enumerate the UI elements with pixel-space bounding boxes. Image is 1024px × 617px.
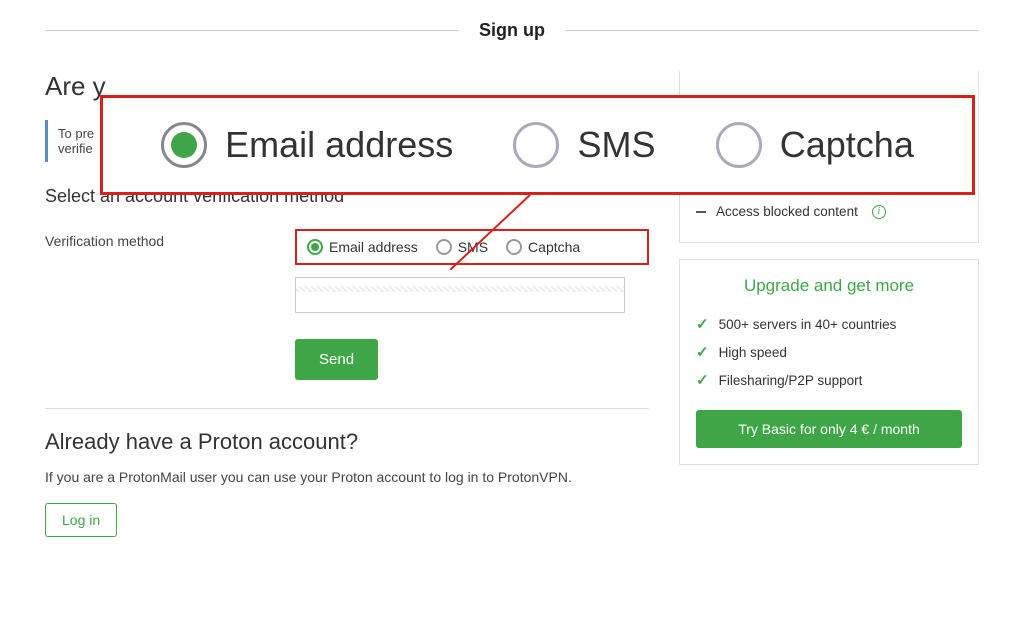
feature-text: High speed [719, 345, 787, 360]
callout-label: Captcha [780, 124, 914, 166]
check-icon: ✓ [696, 315, 709, 333]
feature-text: Filesharing/P2P support [719, 373, 863, 388]
callout-radio-captcha: Captcha [716, 122, 914, 168]
send-button[interactable]: Send [295, 339, 378, 380]
feature-item: ✓ 500+ servers in 40+ countries [696, 310, 962, 338]
step-line-left [45, 30, 459, 31]
radio-email[interactable]: Email address [307, 239, 418, 255]
radio-label: Captcha [528, 239, 580, 255]
verification-method-label: Verification method [45, 229, 295, 249]
step-line-right [565, 30, 979, 31]
already-have-heading: Already have a Proton account? [45, 429, 649, 455]
radio-sms[interactable]: SMS [436, 239, 488, 255]
radio-label: SMS [458, 239, 488, 255]
radio-captcha[interactable]: Captcha [506, 239, 580, 255]
step-header: Sign up [0, 0, 1024, 41]
radio-icon [716, 122, 762, 168]
verification-input[interactable] [295, 277, 625, 313]
radio-icon [161, 122, 207, 168]
callout-radio-email: Email address [161, 122, 453, 168]
dash-icon [696, 211, 706, 213]
radio-icon [436, 239, 452, 255]
already-have-description: If you are a ProtonMail user you can use… [45, 469, 649, 485]
upgrade-features: ✓ 500+ servers in 40+ countries ✓ High spe… [696, 310, 962, 394]
step-title: Sign up [459, 20, 565, 41]
feature-item: ✓ Filesharing/P2P support [696, 366, 962, 394]
info-icon[interactable]: i [872, 205, 886, 219]
radio-icon [307, 239, 323, 255]
feature-item: Access blocked content i [696, 199, 962, 224]
callout-label: Email address [225, 124, 453, 166]
feature-item: ✓ High speed [696, 338, 962, 366]
radio-label: Email address [329, 239, 418, 255]
callout-label: SMS [577, 124, 655, 166]
login-button[interactable]: Log in [45, 503, 117, 537]
zoom-callout: Email address SMS Captcha [100, 95, 975, 195]
callout-radio-sms: SMS [513, 122, 655, 168]
check-icon: ✓ [696, 343, 709, 361]
verification-radio-group: Email address SMS Captcha [295, 229, 649, 265]
feature-text: Access blocked content [716, 204, 858, 219]
upgrade-box: Upgrade and get more ✓ 500+ servers in 40… [679, 259, 979, 465]
radio-icon [506, 239, 522, 255]
upgrade-title: Upgrade and get more [696, 276, 962, 296]
try-basic-button[interactable]: Try Basic for only 4 € / month [696, 410, 962, 448]
radio-icon [513, 122, 559, 168]
feature-text: 500+ servers in 40+ countries [719, 317, 897, 332]
section-divider [45, 408, 649, 409]
check-icon: ✓ [696, 371, 709, 389]
